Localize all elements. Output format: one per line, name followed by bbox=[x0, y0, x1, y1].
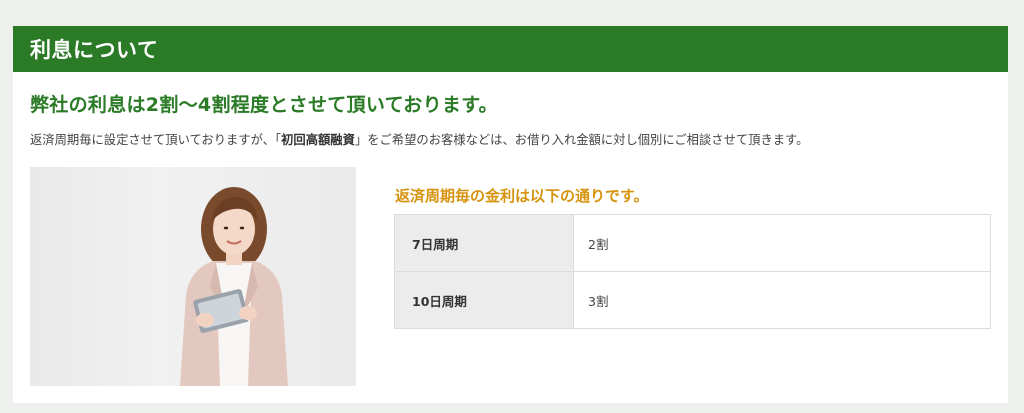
interest-description: 返済周期毎に設定させて頂いておりますが、「初回高額融資」をご希望のお客様などは、… bbox=[30, 130, 808, 148]
woman-with-tablet-image bbox=[180, 187, 288, 386]
rates-table: 7日周期 2割 10日周期 3割 bbox=[394, 214, 991, 329]
description-text-after: 」をご希望のお客様などは、お借り入れ金額に対し個別にご相談させて頂きます。 bbox=[354, 133, 809, 147]
table-row: 10日周期 3割 bbox=[394, 271, 991, 329]
interest-section: 利息について 弊社の利息は2割～4割程度とさせて頂いております。 返済周期毎に設… bbox=[13, 26, 1008, 403]
table-row: 7日周期 2割 bbox=[394, 214, 991, 272]
rate-cell: 3割 bbox=[573, 271, 991, 329]
section-title: 利息について bbox=[30, 38, 159, 62]
interest-headline: 弊社の利息は2割～4割程度とさせて頂いております。 bbox=[30, 94, 498, 116]
rate-cell: 2割 bbox=[573, 214, 991, 272]
section-header: 利息について bbox=[13, 26, 1008, 72]
rates-heading: 返済周期毎の金利は以下の通りです。 bbox=[395, 187, 649, 205]
period-cell: 7日周期 bbox=[394, 214, 574, 272]
description-bold-term: 初回高額融資 bbox=[281, 133, 355, 147]
period-cell: 10日周期 bbox=[394, 271, 574, 329]
staff-photo bbox=[30, 167, 356, 386]
description-text-before: 返済周期毎に設定させて頂いておりますが、「 bbox=[30, 133, 282, 147]
